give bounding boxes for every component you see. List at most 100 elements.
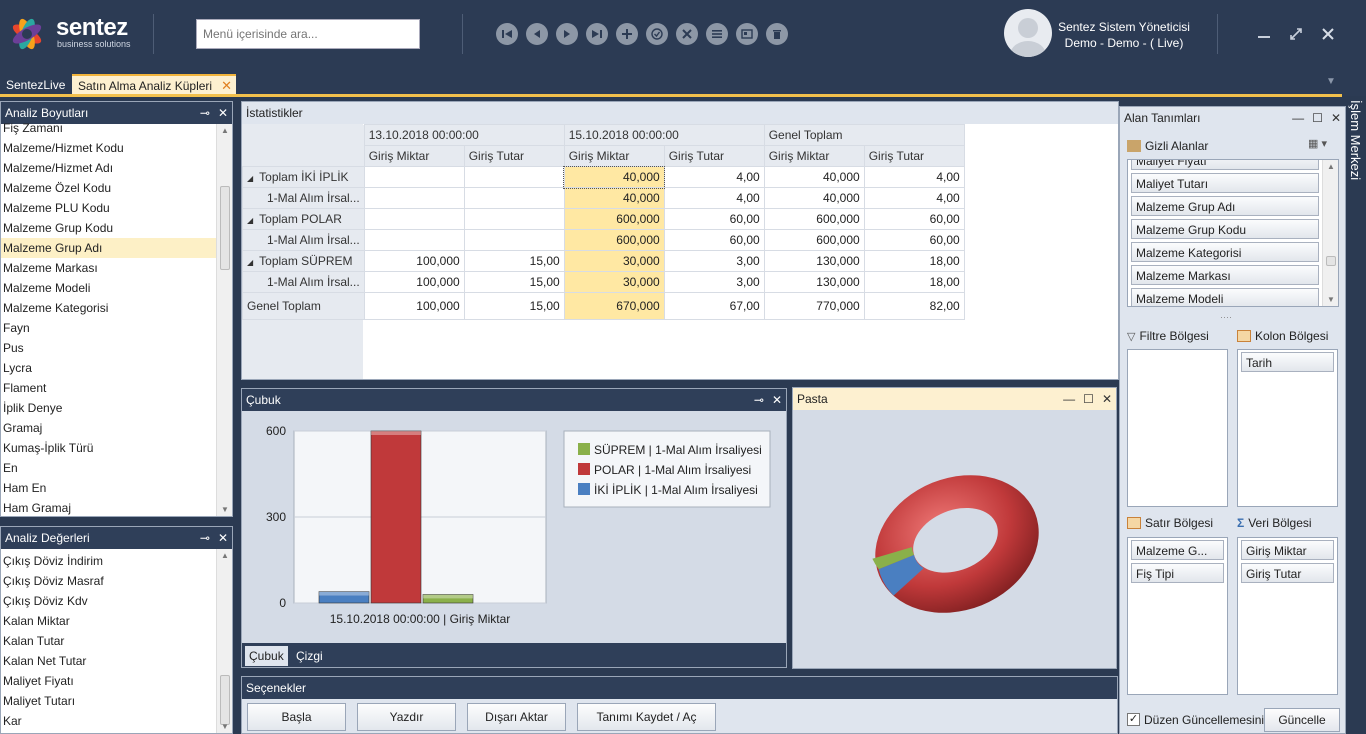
data-cell[interactable]: 100,000 — [363, 250, 465, 272]
data-cell[interactable]: 30,000 — [563, 250, 665, 272]
data-cell[interactable]: 40,000 — [563, 165, 666, 189]
data-cell[interactable]: 60,00 — [663, 229, 765, 251]
rows-field-item[interactable]: Malzeme G... — [1131, 540, 1224, 560]
dimensions-scrollbar[interactable]: ▲ ▼ — [216, 124, 232, 516]
dimension-item[interactable]: Ham En — [1, 478, 216, 498]
start-button[interactable]: Başla — [247, 703, 346, 731]
data-cell[interactable] — [463, 166, 565, 188]
minimize-button[interactable] — [1254, 24, 1274, 44]
row-header[interactable]: ◢ Toplam POLAR — [242, 208, 365, 230]
tab-purchase-analysis[interactable]: Satın Alma Analiz Küpleri ✕ — [72, 74, 237, 96]
scroll-up-icon[interactable]: ▲ — [1323, 162, 1338, 171]
scroll-up-icon[interactable]: ▲ — [217, 551, 233, 560]
data-cell[interactable]: 130,000 — [763, 250, 865, 272]
close-icon[interactable]: ✕ — [772, 389, 782, 411]
expand-icon[interactable]: ◢ — [247, 216, 253, 225]
next-record-button[interactable] — [556, 23, 578, 45]
column-group-header[interactable]: 15.10.2018 00:00:00 — [563, 124, 765, 146]
data-cell[interactable]: 67,00 — [663, 292, 765, 320]
data-cell[interactable] — [363, 229, 465, 251]
dimension-item[interactable]: Malzeme Modeli — [1, 278, 216, 298]
value-item[interactable]: Maliyet Fiyatı — [1, 671, 216, 691]
data-cell[interactable]: 40,000 — [563, 187, 665, 209]
approve-button[interactable] — [646, 23, 668, 45]
data-cell[interactable]: 4,00 — [863, 187, 965, 209]
data-cell[interactable]: 600,000 — [563, 208, 665, 230]
dimension-item[interactable]: Malzeme/Hizmet Adı — [1, 158, 216, 178]
dimension-item[interactable]: Gramaj — [1, 418, 216, 438]
data-cell[interactable]: 15,00 — [463, 271, 565, 293]
dimension-item[interactable]: Ham Gramaj — [1, 498, 216, 516]
scroll-thumb[interactable] — [220, 675, 230, 725]
columns-field-item[interactable]: Tarih — [1241, 352, 1334, 372]
value-item[interactable]: Kalan Net Tutar — [1, 651, 216, 671]
tab-dropdown-icon[interactable]: ▼ — [1326, 76, 1336, 87]
data-cell[interactable]: 30,000 — [563, 271, 665, 293]
measure-header[interactable]: Giriş Miktar — [763, 145, 865, 167]
defer-update-checkbox[interactable]: ✓ — [1127, 713, 1140, 726]
maximize-icon[interactable]: ☐ — [1083, 388, 1094, 410]
data-cell[interactable] — [363, 187, 465, 209]
column-group-header[interactable]: 13.10.2018 00:00:00 — [363, 124, 565, 146]
dimension-item[interactable]: Malzeme Kategorisi — [1, 298, 216, 318]
data-cell[interactable]: 100,000 — [363, 292, 465, 320]
data-cell[interactable]: 82,00 — [863, 292, 965, 320]
expand-icon[interactable]: ◢ — [247, 174, 253, 183]
value-item[interactable]: Çıkış Döviz İndirim — [1, 551, 216, 571]
rows-field-item[interactable]: Fiş Tipi — [1131, 563, 1224, 583]
bar[interactable] — [370, 430, 422, 604]
close-window-button[interactable] — [1318, 24, 1338, 44]
maximize-icon[interactable]: ☐ — [1312, 107, 1323, 129]
data-cell[interactable]: 60,00 — [663, 208, 765, 230]
cancel-button[interactable] — [676, 23, 698, 45]
card-view-button[interactable] — [736, 23, 758, 45]
add-button[interactable] — [616, 23, 638, 45]
first-record-button[interactable] — [496, 23, 518, 45]
dimension-item[interactable]: İplik Denye — [1, 398, 216, 418]
tab-bar-chart[interactable]: Çubuk — [245, 646, 288, 666]
menu-search-input[interactable] — [196, 19, 420, 49]
data-cell[interactable] — [463, 229, 565, 251]
data-cell[interactable]: 18,00 — [863, 250, 965, 272]
row-header[interactable]: ◢ Toplam İKİ İPLİK — [242, 166, 365, 188]
measure-header[interactable]: Giriş Miktar — [363, 145, 465, 167]
data-cell[interactable] — [363, 166, 465, 188]
delete-button[interactable] — [766, 23, 788, 45]
close-icon[interactable]: ✕ — [1331, 107, 1341, 129]
close-icon[interactable]: ✕ — [1102, 388, 1112, 410]
hidden-field-item[interactable]: Maliyet Tutarı — [1131, 173, 1319, 193]
export-button[interactable]: Dışarı Aktar — [467, 703, 566, 731]
row-header[interactable]: Genel Toplam — [242, 292, 365, 320]
data-cell[interactable]: 770,000 — [763, 292, 865, 320]
dimension-item[interactable]: Malzeme PLU Kodu — [1, 198, 216, 218]
data-cell[interactable] — [463, 208, 565, 230]
splitter-grip[interactable]: ···· — [1220, 312, 1232, 322]
dimension-item[interactable]: Fiş Zamanı — [1, 118, 216, 138]
previous-record-button[interactable] — [526, 23, 548, 45]
value-item[interactable]: Kar — [1, 711, 216, 731]
value-item[interactable]: Maliyet Tutarı — [1, 691, 216, 711]
dimension-item[interactable]: Malzeme Grup Adı — [1, 238, 216, 258]
scroll-down-icon[interactable]: ▼ — [217, 722, 233, 731]
save-definition-button[interactable]: Tanımı Kaydet / Aç — [577, 703, 716, 731]
data-zone[interactable]: Giriş Miktar Giriş Tutar — [1237, 537, 1338, 695]
scroll-thumb[interactable] — [220, 186, 230, 270]
row-header[interactable]: 1-Mal Alım İrsal... — [242, 229, 365, 251]
hidden-field-item[interactable]: Malzeme Modeli — [1131, 288, 1319, 306]
dimension-item[interactable]: Lycra — [1, 358, 216, 378]
data-cell[interactable] — [363, 208, 465, 230]
data-cell[interactable]: 3,00 — [663, 250, 765, 272]
hidden-field-item[interactable]: Maliyet Fiyatı — [1131, 160, 1319, 170]
scroll-up-icon[interactable]: ▲ — [217, 126, 233, 135]
data-cell[interactable]: 100,000 — [363, 271, 465, 293]
hidden-field-item[interactable]: Malzeme Grup Kodu — [1131, 219, 1319, 239]
value-item[interactable]: Kalan Miktar — [1, 611, 216, 631]
hidden-field-item[interactable]: Malzeme Kategorisi — [1131, 242, 1319, 262]
data-cell[interactable]: 15,00 — [463, 250, 565, 272]
maximize-button[interactable] — [1286, 24, 1306, 44]
layout-menu-icon[interactable]: ▦ ▾ — [1308, 137, 1338, 153]
column-group-header[interactable]: Genel Toplam — [763, 124, 965, 146]
minimize-icon[interactable]: — — [1063, 388, 1075, 410]
pin-icon[interactable]: ⊸ — [200, 527, 210, 549]
update-button[interactable]: Güncelle — [1264, 708, 1340, 732]
